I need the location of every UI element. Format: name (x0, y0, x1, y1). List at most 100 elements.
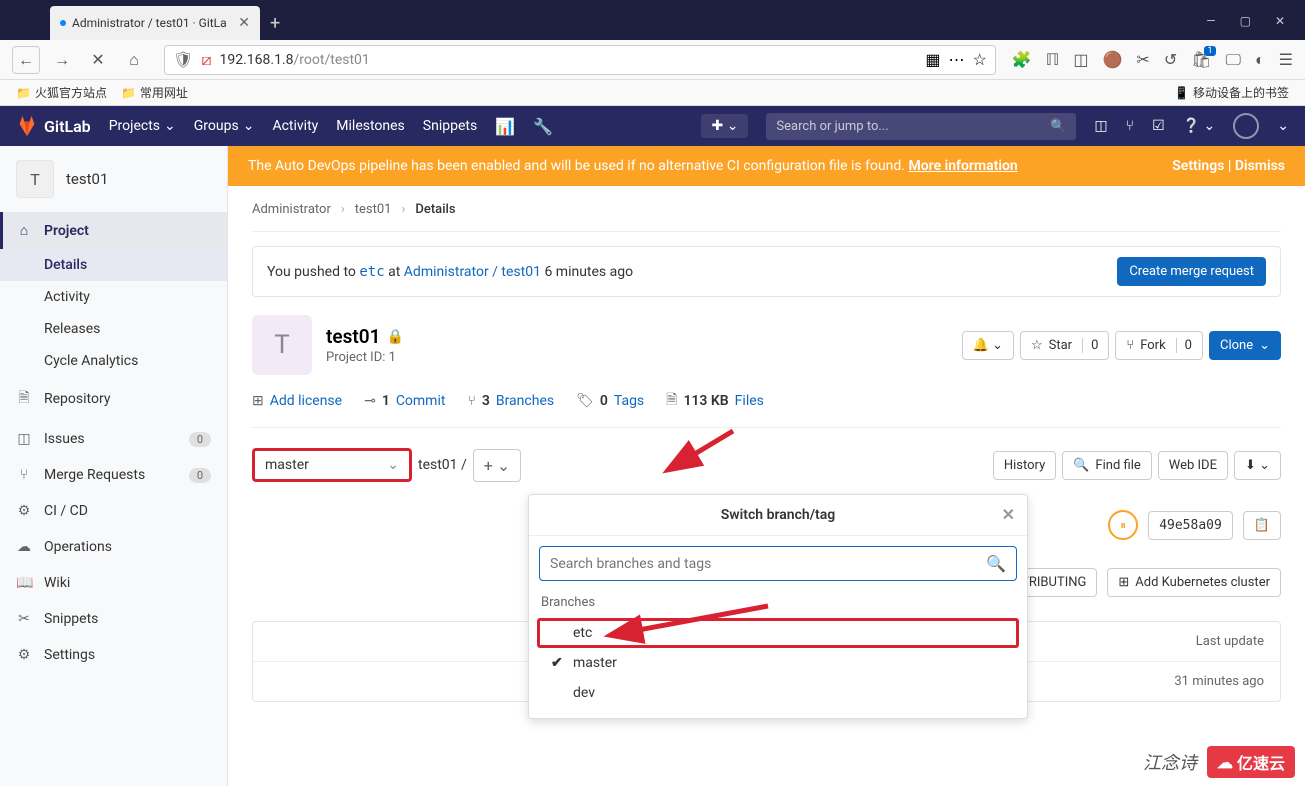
url-bar[interactable]: 🛡 ⧄ 192.168.1.8/root/test01 ▦ ⋯ ☆ (164, 45, 996, 75)
breadcrumb-page: Details (415, 202, 455, 217)
branch-search-input[interactable] (550, 556, 986, 572)
sidebar-item-merge-requests[interactable]: ⑂Merge Requests0 (0, 457, 227, 493)
sidebar-sub-details[interactable]: Details (0, 249, 227, 281)
bookmark-mobile[interactable]: 📱 移动设备上的书签 (1174, 84, 1289, 101)
window-minimize[interactable]: — (1206, 14, 1215, 28)
container-icon[interactable]: 🖵 (1226, 50, 1241, 70)
project-link[interactable]: Administrator / test01 (404, 264, 541, 280)
star-button[interactable]: ☆ Star0 (1020, 331, 1109, 360)
nav-projects[interactable]: Projects ⌄ (109, 118, 176, 134)
download-button[interactable]: ⬇ ⌄ (1234, 451, 1281, 480)
breadcrumb-admin[interactable]: Administrator (252, 202, 331, 217)
fork-button[interactable]: ⑂ Fork0 (1115, 331, 1203, 360)
commits-link[interactable]: ⊸1 Commit (364, 389, 445, 413)
gitlab-logo[interactable]: GitLab (16, 115, 91, 137)
undo-icon[interactable]: ↺ (1164, 50, 1177, 69)
stop-button[interactable]: ✕ (84, 46, 112, 74)
back-button[interactable]: ← (12, 46, 40, 74)
wiki-icon: 📖 (16, 575, 32, 591)
history-button[interactable]: History (993, 451, 1056, 480)
header-search[interactable]: Search or jump to... 🔍 (766, 113, 1076, 140)
new-dropdown[interactable]: ✚ ⌄ (701, 114, 748, 138)
pocket-icon[interactable]: 🛍1 (1191, 50, 1211, 69)
bookmark-star-icon[interactable]: ☆ (973, 50, 987, 69)
sidebar-item-wiki[interactable]: 📖Wiki (0, 565, 227, 601)
user-avatar[interactable] (1233, 113, 1259, 139)
tab-loading-dot (60, 20, 66, 26)
menu-icon[interactable]: ☰ (1279, 50, 1293, 69)
breadcrumb-project[interactable]: test01 (355, 202, 392, 217)
issues-icon[interactable]: ◫ (1094, 118, 1107, 134)
row-time: 31 minutes ago (1174, 674, 1264, 689)
overflow-icon[interactable]: ◐ (1255, 50, 1265, 70)
forward-button[interactable]: → (48, 46, 76, 74)
sidebar-sub-releases[interactable]: Releases (0, 313, 227, 345)
home-button[interactable]: ⌂ (120, 46, 148, 74)
banner-dismiss-link[interactable]: Dismiss (1235, 158, 1285, 174)
bookmark-firefox[interactable]: 📁 火狐官方站点 (16, 84, 107, 101)
window-close[interactable]: ✕ (1275, 14, 1285, 28)
chart-icon[interactable]: 📊 (495, 117, 515, 136)
sidebar-item-repository[interactable]: 🗎Repository (0, 377, 227, 421)
sidebar-item-issues[interactable]: ◫Issues0 (0, 421, 227, 457)
nav-milestones[interactable]: Milestones (336, 118, 405, 134)
pushed-branch[interactable]: etc (359, 264, 384, 280)
todos-icon[interactable]: ☑ (1152, 118, 1165, 134)
commit-hash[interactable]: 49e58a09 (1148, 511, 1233, 540)
tracking-shield-icon[interactable]: 🛡 (173, 50, 193, 69)
sidebar-item-operations[interactable]: ☁Operations (0, 529, 227, 565)
tab-close-icon[interactable]: ✕ (238, 15, 250, 31)
add-file-button[interactable]: + ⌄ (473, 449, 521, 482)
sidebar-sub-cycle[interactable]: Cycle Analytics (0, 345, 227, 377)
file-breadcrumb[interactable]: test01 / (418, 457, 467, 473)
sidebar-item-settings[interactable]: ⚙Settings (0, 637, 227, 673)
account-avatar-icon[interactable]: 🟤 (1103, 50, 1123, 69)
branch-option-master[interactable]: ✔master (537, 648, 1019, 678)
new-tab-button[interactable]: + (270, 13, 280, 34)
sidebar-sub-activity[interactable]: Activity (0, 281, 227, 313)
dropdown-search[interactable]: 🔍 (539, 546, 1017, 581)
banner-more-link[interactable]: More information (908, 158, 1017, 174)
pipeline-pending-icon[interactable]: ⏸ (1108, 510, 1138, 540)
window-maximize[interactable]: ▢ (1240, 14, 1251, 28)
add-license-link[interactable]: ⊞Add license (252, 389, 342, 413)
branch-option-etc[interactable]: etc (537, 618, 1019, 648)
nav-activity[interactable]: Activity (272, 118, 318, 134)
help-icon[interactable]: ❔ ⌄ (1183, 118, 1216, 134)
sidebar-item-cicd[interactable]: ⚙CI / CD (0, 493, 227, 529)
home-icon: ⌂ (16, 222, 32, 239)
extension-icon[interactable]: 🧩 (1012, 50, 1032, 69)
chevron-down-icon: ⌄ (164, 118, 176, 134)
sidebar-item-snippets[interactable]: ✂Snippets (0, 601, 227, 637)
chevron-down-icon[interactable]: ⌄ (1277, 118, 1289, 134)
screenshot-icon[interactable]: ✂ (1136, 50, 1149, 69)
sidebar-item-project[interactable]: ⌂ Project (0, 212, 227, 249)
tags-link[interactable]: 🏷0 Tags (576, 389, 644, 413)
browser-tab[interactable]: Administrator / test01 · GitLa ✕ (50, 6, 260, 40)
sidebar-icon[interactable]: ◫ (1073, 50, 1088, 69)
nav-groups[interactable]: Groups ⌄ (194, 118, 255, 134)
banner-settings-link[interactable]: Settings (1172, 158, 1224, 174)
more-actions-icon[interactable]: ⋯ (949, 50, 965, 69)
files-link[interactable]: 🗎113 KB Files (666, 389, 764, 413)
clone-button[interactable]: Clone ⌄ (1209, 331, 1281, 360)
qr-icon[interactable]: ▦ (925, 50, 940, 69)
bookmark-common[interactable]: 📁 常用网址 (121, 84, 188, 101)
branch-select-dropdown[interactable]: master ⌄ (252, 448, 412, 482)
branch-option-dev[interactable]: dev (537, 678, 1019, 708)
library-icon[interactable]: ℿ (1046, 50, 1060, 70)
find-file-button[interactable]: 🔍 Find file (1062, 451, 1152, 480)
create-mr-button[interactable]: Create merge request (1117, 257, 1266, 286)
notification-button[interactable]: 🔔 ⌄ (962, 331, 1014, 360)
nav-snippets[interactable]: Snippets (423, 118, 477, 134)
close-icon[interactable]: ✕ (1002, 505, 1015, 524)
copy-hash-button[interactable]: 📋 (1243, 511, 1281, 540)
web-ide-button[interactable]: Web IDE (1158, 451, 1228, 480)
merge-requests-icon[interactable]: ⑂ (1126, 118, 1134, 134)
wrench-icon[interactable]: 🔧 (533, 117, 553, 136)
add-kubernetes-button[interactable]: ⊞ Add Kubernetes cluster (1107, 568, 1281, 597)
merge-icon: ⑂ (16, 467, 32, 483)
sidebar-project-header[interactable]: T test01 (0, 146, 227, 212)
project-id: Project ID: 1 (326, 350, 404, 365)
branches-link[interactable]: ⑂3 Branches (467, 389, 554, 413)
